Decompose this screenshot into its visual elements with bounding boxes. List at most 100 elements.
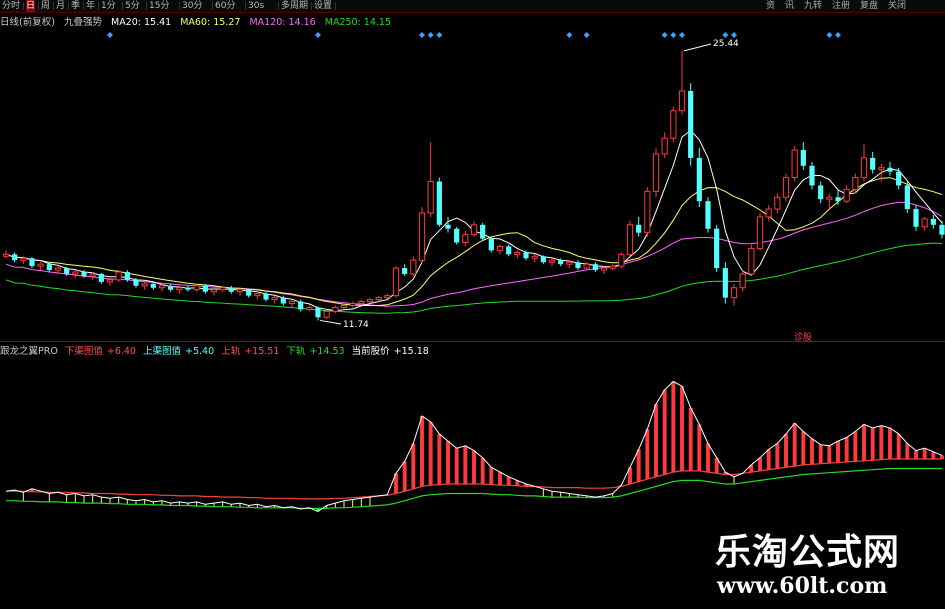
candle-down [636,224,642,233]
candle-up [739,273,746,289]
candle-down [454,228,460,243]
candle-down [12,254,18,261]
signal-diamond-icon [722,32,729,38]
candle-up [106,279,114,283]
candle-up [626,224,634,255]
candle-up [791,149,798,179]
candle-up [600,267,608,271]
signal-diamond-icon [107,32,113,38]
signal-diamond-icon [583,32,590,38]
candle-up [878,167,885,171]
candle-up [583,263,590,269]
low-price-label: 11.74 [343,320,369,330]
diagnose-badge[interactable]: 诊股 [794,330,812,343]
candle-up [2,253,10,257]
candle-down [436,181,442,225]
candle-down [29,258,35,267]
candle-down [592,264,598,271]
candle-down [202,285,208,292]
candle-up [644,190,651,234]
sub-panel [5,380,944,512]
candle-down [298,301,304,310]
high-price-pointer [683,43,712,52]
candle-up [921,218,928,228]
candle-down [705,201,711,229]
candle-down [904,185,910,210]
candle-up [288,301,296,305]
candle-up [496,245,504,251]
ma250-line [5,242,943,314]
candle-up [193,285,200,291]
signal-diamond-icon [661,32,668,38]
signal-diamond-icon [835,32,841,38]
candle-up [548,259,556,263]
stock-chart[interactable]: 25.44 11.74 [0,0,945,609]
high-price-label: 25.44 [713,39,739,49]
main-panel [2,32,945,325]
candle-down [488,238,494,251]
candle-down [887,167,893,172]
candle-down [315,307,321,318]
candle-up [115,271,122,281]
candle-up [514,251,521,255]
ma120-line [5,201,943,307]
signal-diamond-icon [315,32,321,38]
candle-up [566,261,573,265]
candle-up [332,306,339,312]
ma60-line [5,177,943,306]
candle-up [176,287,183,291]
candle-down [835,197,841,202]
watermark-title: 乐淘公式网 [715,532,901,573]
signal-diamond-icon [826,32,833,38]
candle-up [843,188,850,202]
candle-down [722,268,728,298]
candle-down [809,165,815,186]
candle-down [800,150,806,166]
candle-down [688,91,694,158]
candle-up [765,208,772,218]
candle-down [523,252,529,259]
signal-diamond-icon [419,32,425,38]
candle-down [818,185,824,200]
candle-up [462,234,469,244]
signal-diamond-icon [427,32,434,38]
candle-up [756,216,764,249]
candle-up [210,289,218,293]
candle-down [402,268,408,274]
candle-up [20,257,27,261]
candle-up [89,273,96,277]
candle-down [558,260,564,265]
signal-diamond-icon [679,32,685,38]
candle-down [228,287,234,292]
candle-down [98,274,104,282]
candle-up [678,90,686,112]
candle-down [133,279,139,286]
candle-down [185,287,191,290]
candle-up [730,287,738,299]
candle-down [280,297,286,304]
signal-diamond-icon [731,32,737,38]
candle-down [445,224,451,229]
candle-up [271,297,278,301]
candle-down [124,272,130,280]
candle-down [575,262,581,269]
candle-up [306,306,313,310]
candle-up [826,196,833,200]
candle-down [263,293,269,300]
candle-up [158,285,166,289]
candle-up [392,267,400,297]
candle-up [219,287,226,291]
candle-up [418,212,426,261]
candle-up [860,157,868,179]
candle-down [870,157,876,170]
candle-up [609,265,616,269]
candle-down [46,264,52,271]
candle-down [696,157,702,202]
candle-up [72,271,79,275]
candle-down [246,289,252,296]
candle-down [64,268,70,274]
candle-up [254,293,261,297]
candle-up [384,295,391,299]
candle-up [652,153,660,192]
candle-up [54,267,62,271]
